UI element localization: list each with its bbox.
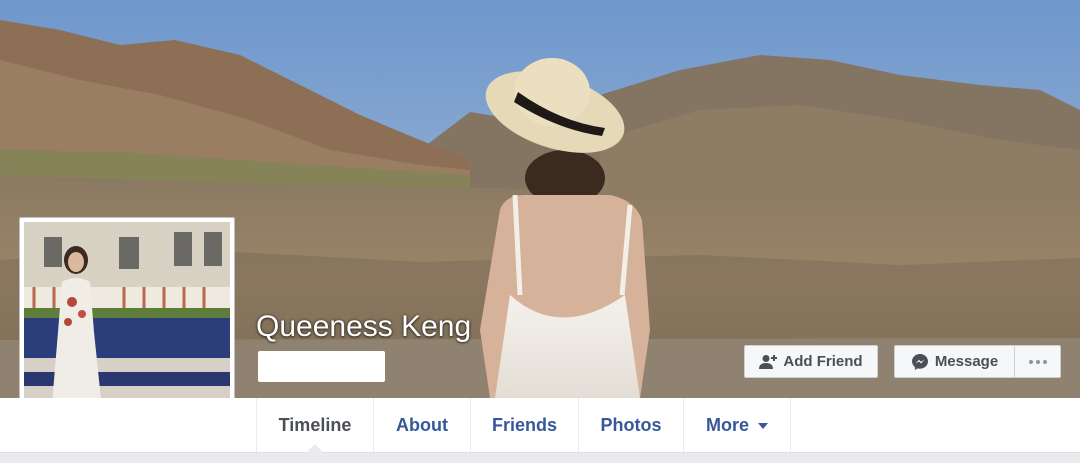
tab-friends[interactable]: Friends: [471, 398, 579, 452]
redacted-subtitle: [258, 351, 385, 382]
profile-name[interactable]: Queeness Keng: [256, 310, 471, 344]
tab-more[interactable]: More: [684, 398, 791, 452]
tab-photos-label: Photos: [600, 414, 662, 435]
add-friend-button[interactable]: Add Friend: [744, 345, 878, 378]
more-options-button[interactable]: [1014, 345, 1061, 378]
profile-header: Queeness Keng Add Friend Message Timelin…: [0, 0, 1080, 463]
active-tab-indicator: [306, 444, 324, 453]
tab-timeline[interactable]: Timeline: [257, 398, 374, 453]
message-label: Message: [934, 353, 999, 370]
more-dots-icon: [1028, 359, 1047, 364]
caret-down-icon: [758, 423, 768, 429]
tab-friends-label: Friends: [491, 414, 557, 435]
tab-about[interactable]: About: [374, 398, 471, 452]
message-button[interactable]: Message: [894, 345, 1015, 378]
profile-tabs: Timeline About Friends Photos More: [256, 398, 791, 453]
add-friend-label: Add Friend: [783, 353, 863, 370]
add-friend-icon: [759, 354, 778, 370]
profile-tab-bar: Timeline About Friends Photos More: [0, 398, 1080, 453]
tab-photos[interactable]: Photos: [579, 398, 684, 452]
tab-about-label: About: [396, 414, 448, 435]
messenger-icon: [911, 353, 929, 371]
tab-timeline-label: Timeline: [278, 414, 352, 435]
tab-more-label: More: [705, 414, 749, 435]
